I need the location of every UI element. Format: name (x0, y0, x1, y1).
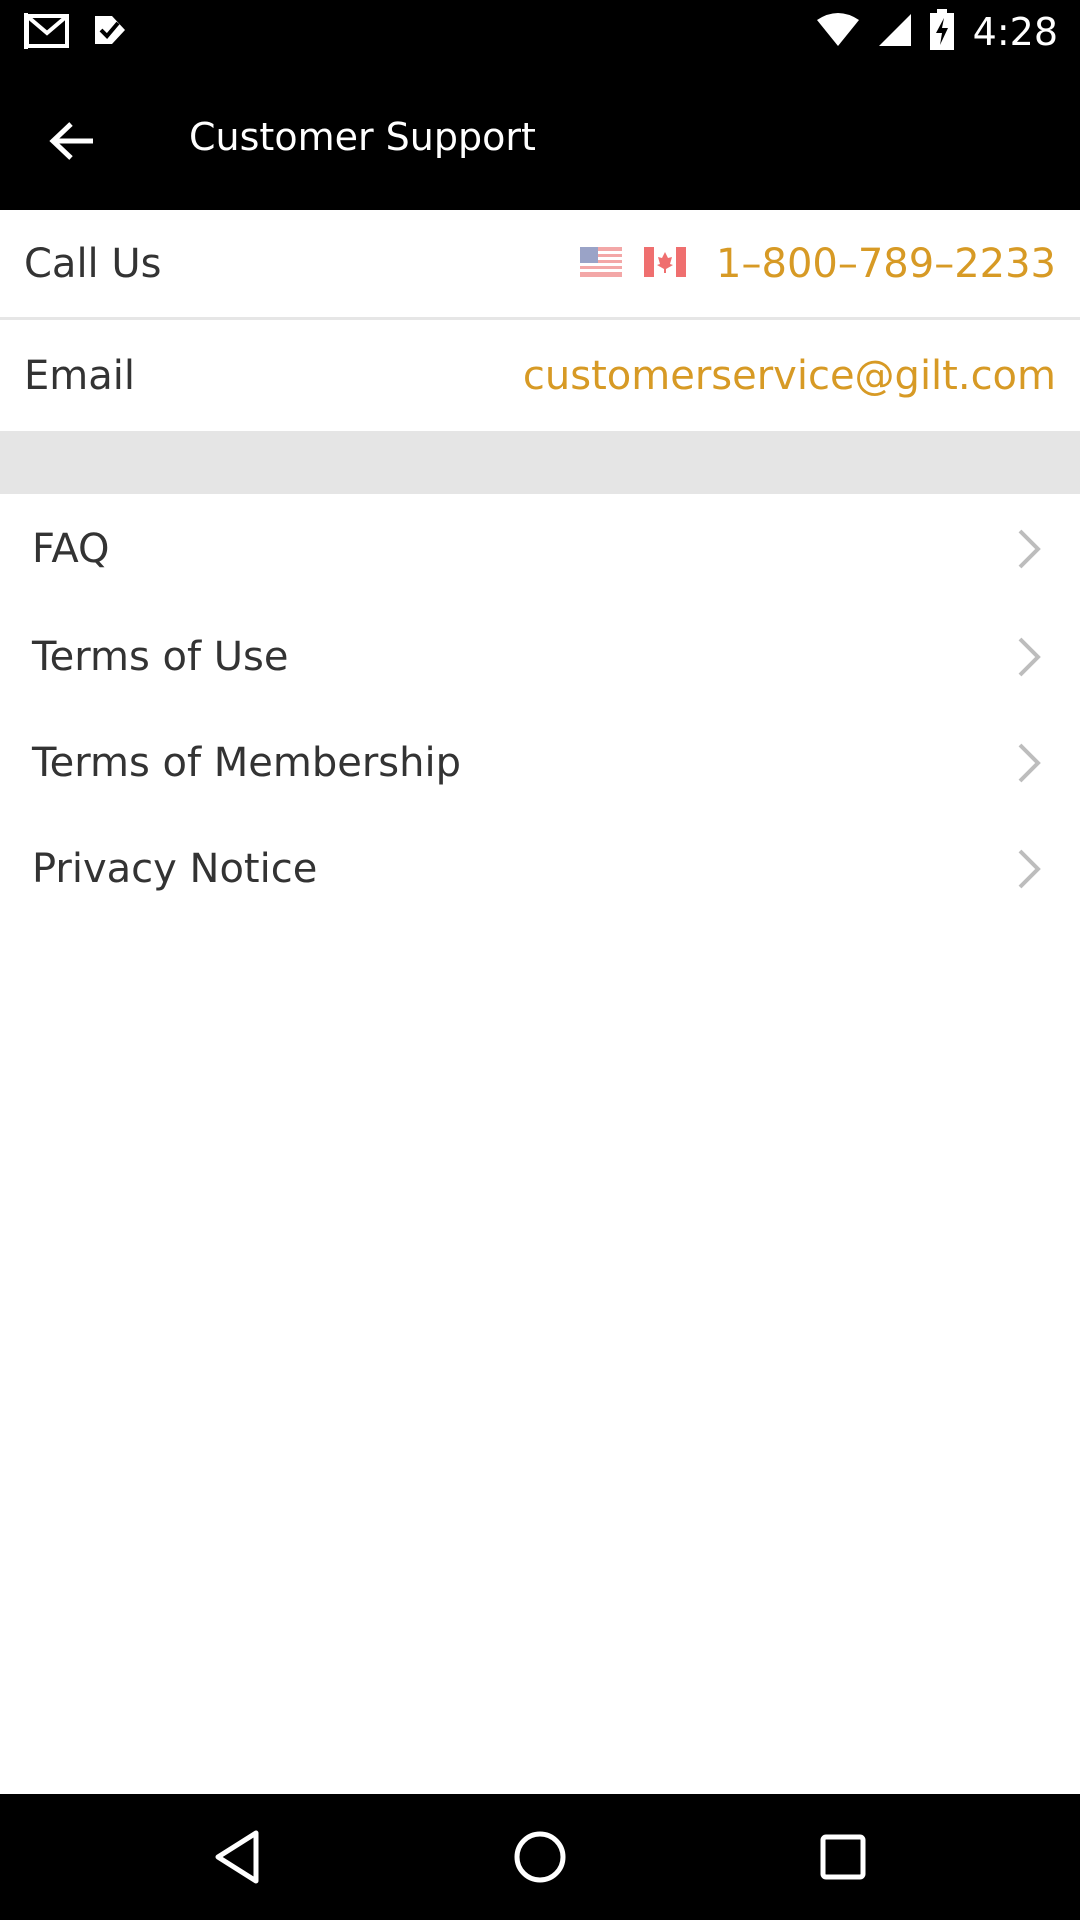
arrow-back-icon (49, 122, 93, 160)
chevron-right-icon (1018, 743, 1041, 783)
us-flag-icon (580, 246, 622, 281)
page-title: Customer Support (189, 115, 536, 159)
screen: 4:28 Customer Support Call Us 1–800–789–… (0, 0, 1080, 1920)
call-us-label: Call Us (24, 240, 162, 287)
phone-number-link[interactable]: 1–800–789–2233 (716, 241, 1056, 287)
system-icons: 4:28 (799, 8, 1058, 56)
inbox-check-icon (92, 13, 128, 51)
chevron-right-icon (1018, 529, 1041, 569)
chevron-right-icon (1018, 849, 1041, 889)
email-label: Email (24, 352, 135, 399)
menu-item-privacy-notice[interactable]: Privacy Notice (0, 816, 1080, 922)
canada-flag-icon (644, 246, 686, 281)
support-links-list: FAQ Terms of Use Terms of Membership Pri… (0, 494, 1080, 922)
menu-item-label: Terms of Use (32, 634, 289, 680)
nav-recents-button[interactable] (806, 1820, 880, 1894)
status-time: 4:28 (972, 10, 1058, 54)
status-bar: 4:28 (0, 0, 1080, 63)
menu-item-faq[interactable]: FAQ (0, 494, 1080, 604)
nav-home-button[interactable] (503, 1820, 577, 1894)
chevron-right-icon (1018, 637, 1041, 677)
call-us-row: Call Us 1–800–789–2233 (0, 210, 1080, 320)
nav-recents-icon (820, 1834, 866, 1880)
section-divider (0, 431, 1080, 494)
menu-item-terms-of-membership[interactable]: Terms of Membership (0, 710, 1080, 816)
system-nav-bar (0, 1794, 1080, 1920)
nav-back-button[interactable] (200, 1820, 274, 1894)
country-flags (580, 246, 708, 281)
signal-icon (877, 12, 913, 52)
menu-item-label: Terms of Membership (32, 740, 462, 786)
battery-charging-icon (929, 9, 955, 55)
menu-item-terms-of-use[interactable]: Terms of Use (0, 604, 1080, 710)
email-row: Email customerservice@gilt.com (0, 320, 1080, 431)
app-bar: Customer Support (0, 63, 1080, 210)
menu-item-label: Privacy Notice (32, 846, 318, 892)
gmail-icon (24, 11, 70, 53)
back-button[interactable] (36, 105, 108, 177)
notification-icons (24, 12, 150, 52)
nav-back-icon (215, 1830, 259, 1884)
menu-item-label: FAQ (32, 526, 110, 572)
email-link[interactable]: customerservice@gilt.com (523, 353, 1056, 399)
nav-home-icon (514, 1831, 566, 1883)
wifi-icon (815, 12, 861, 52)
